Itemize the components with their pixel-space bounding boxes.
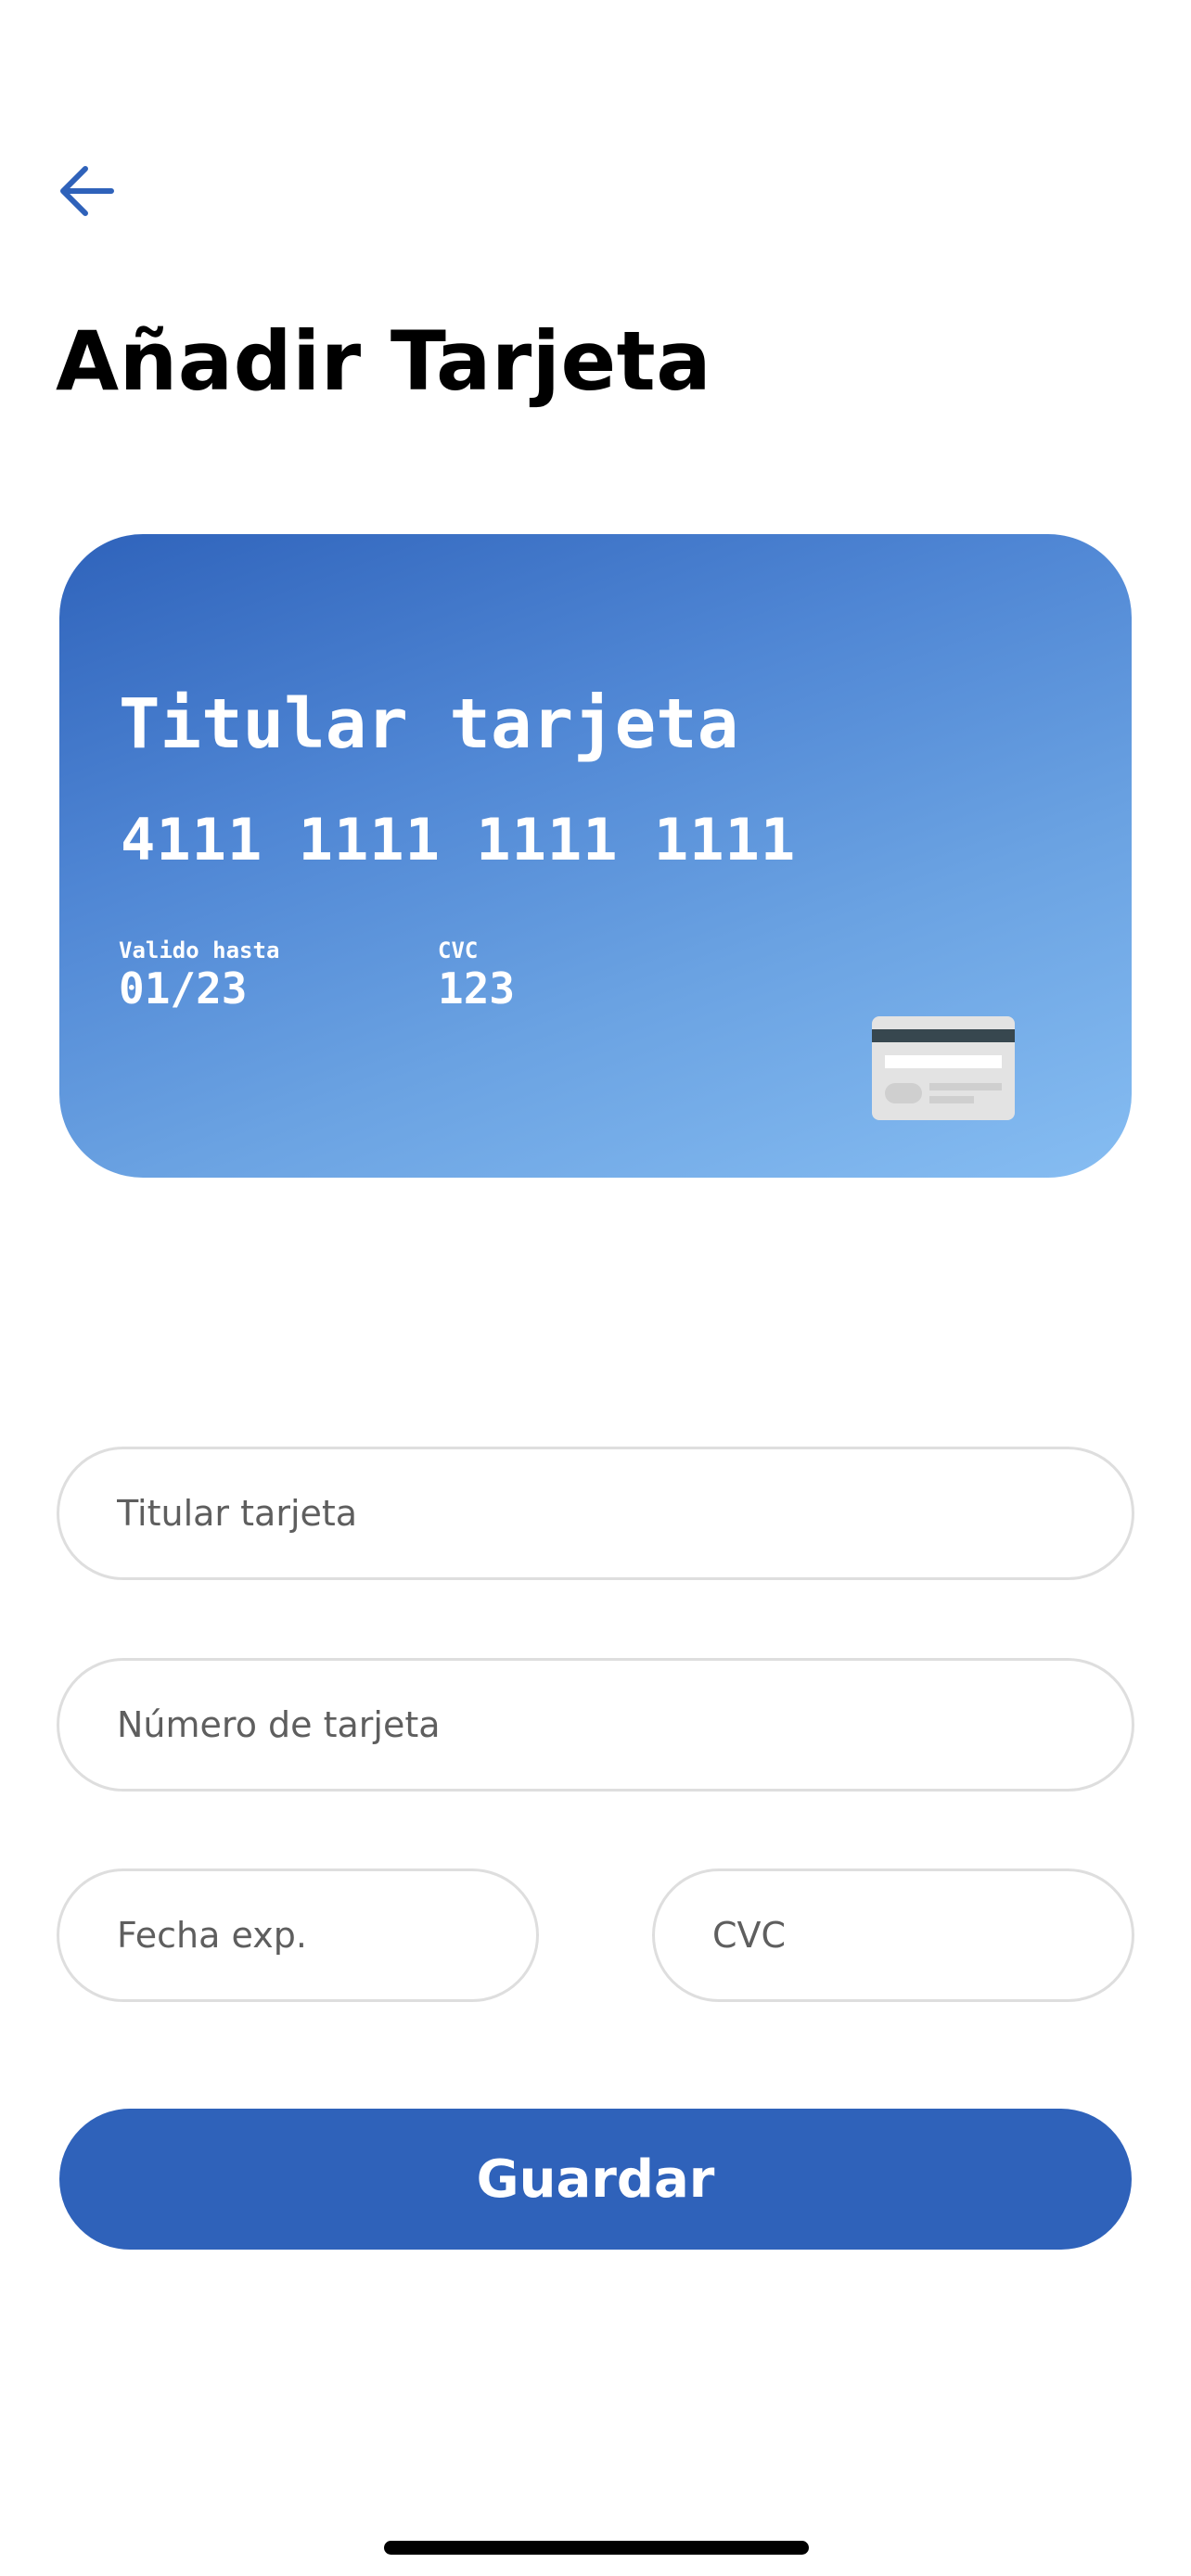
card-number-field[interactable] [57,1658,1134,1792]
arrow-left-icon [60,166,114,216]
expiry-date-field[interactable] [57,1868,539,2002]
card-holder-name: Titular tarjeta [119,684,739,764]
cvc-field[interactable] [652,1868,1134,2002]
card-holder-field[interactable] [57,1447,1134,1580]
expiry-label: Valido hasta [119,937,280,963]
card-number: 4111 1111 1111 1111 [121,806,797,874]
back-button[interactable] [54,158,121,224]
home-indicator[interactable] [384,2541,809,2555]
save-button[interactable]: Guardar [59,2109,1132,2250]
add-card-screen: Añadir Tarjeta Titular tarjeta 4111 1111… [0,0,1191,2576]
cvc-value: 123 [438,963,516,1014]
credit-card-icon [872,1016,1015,1120]
cvc-label: CVC [438,937,479,963]
expiry-value: 01/23 [119,963,248,1014]
card-preview: Titular tarjeta 4111 1111 1111 1111 Vali… [59,534,1132,1178]
page-title: Añadir Tarjeta [56,313,712,409]
